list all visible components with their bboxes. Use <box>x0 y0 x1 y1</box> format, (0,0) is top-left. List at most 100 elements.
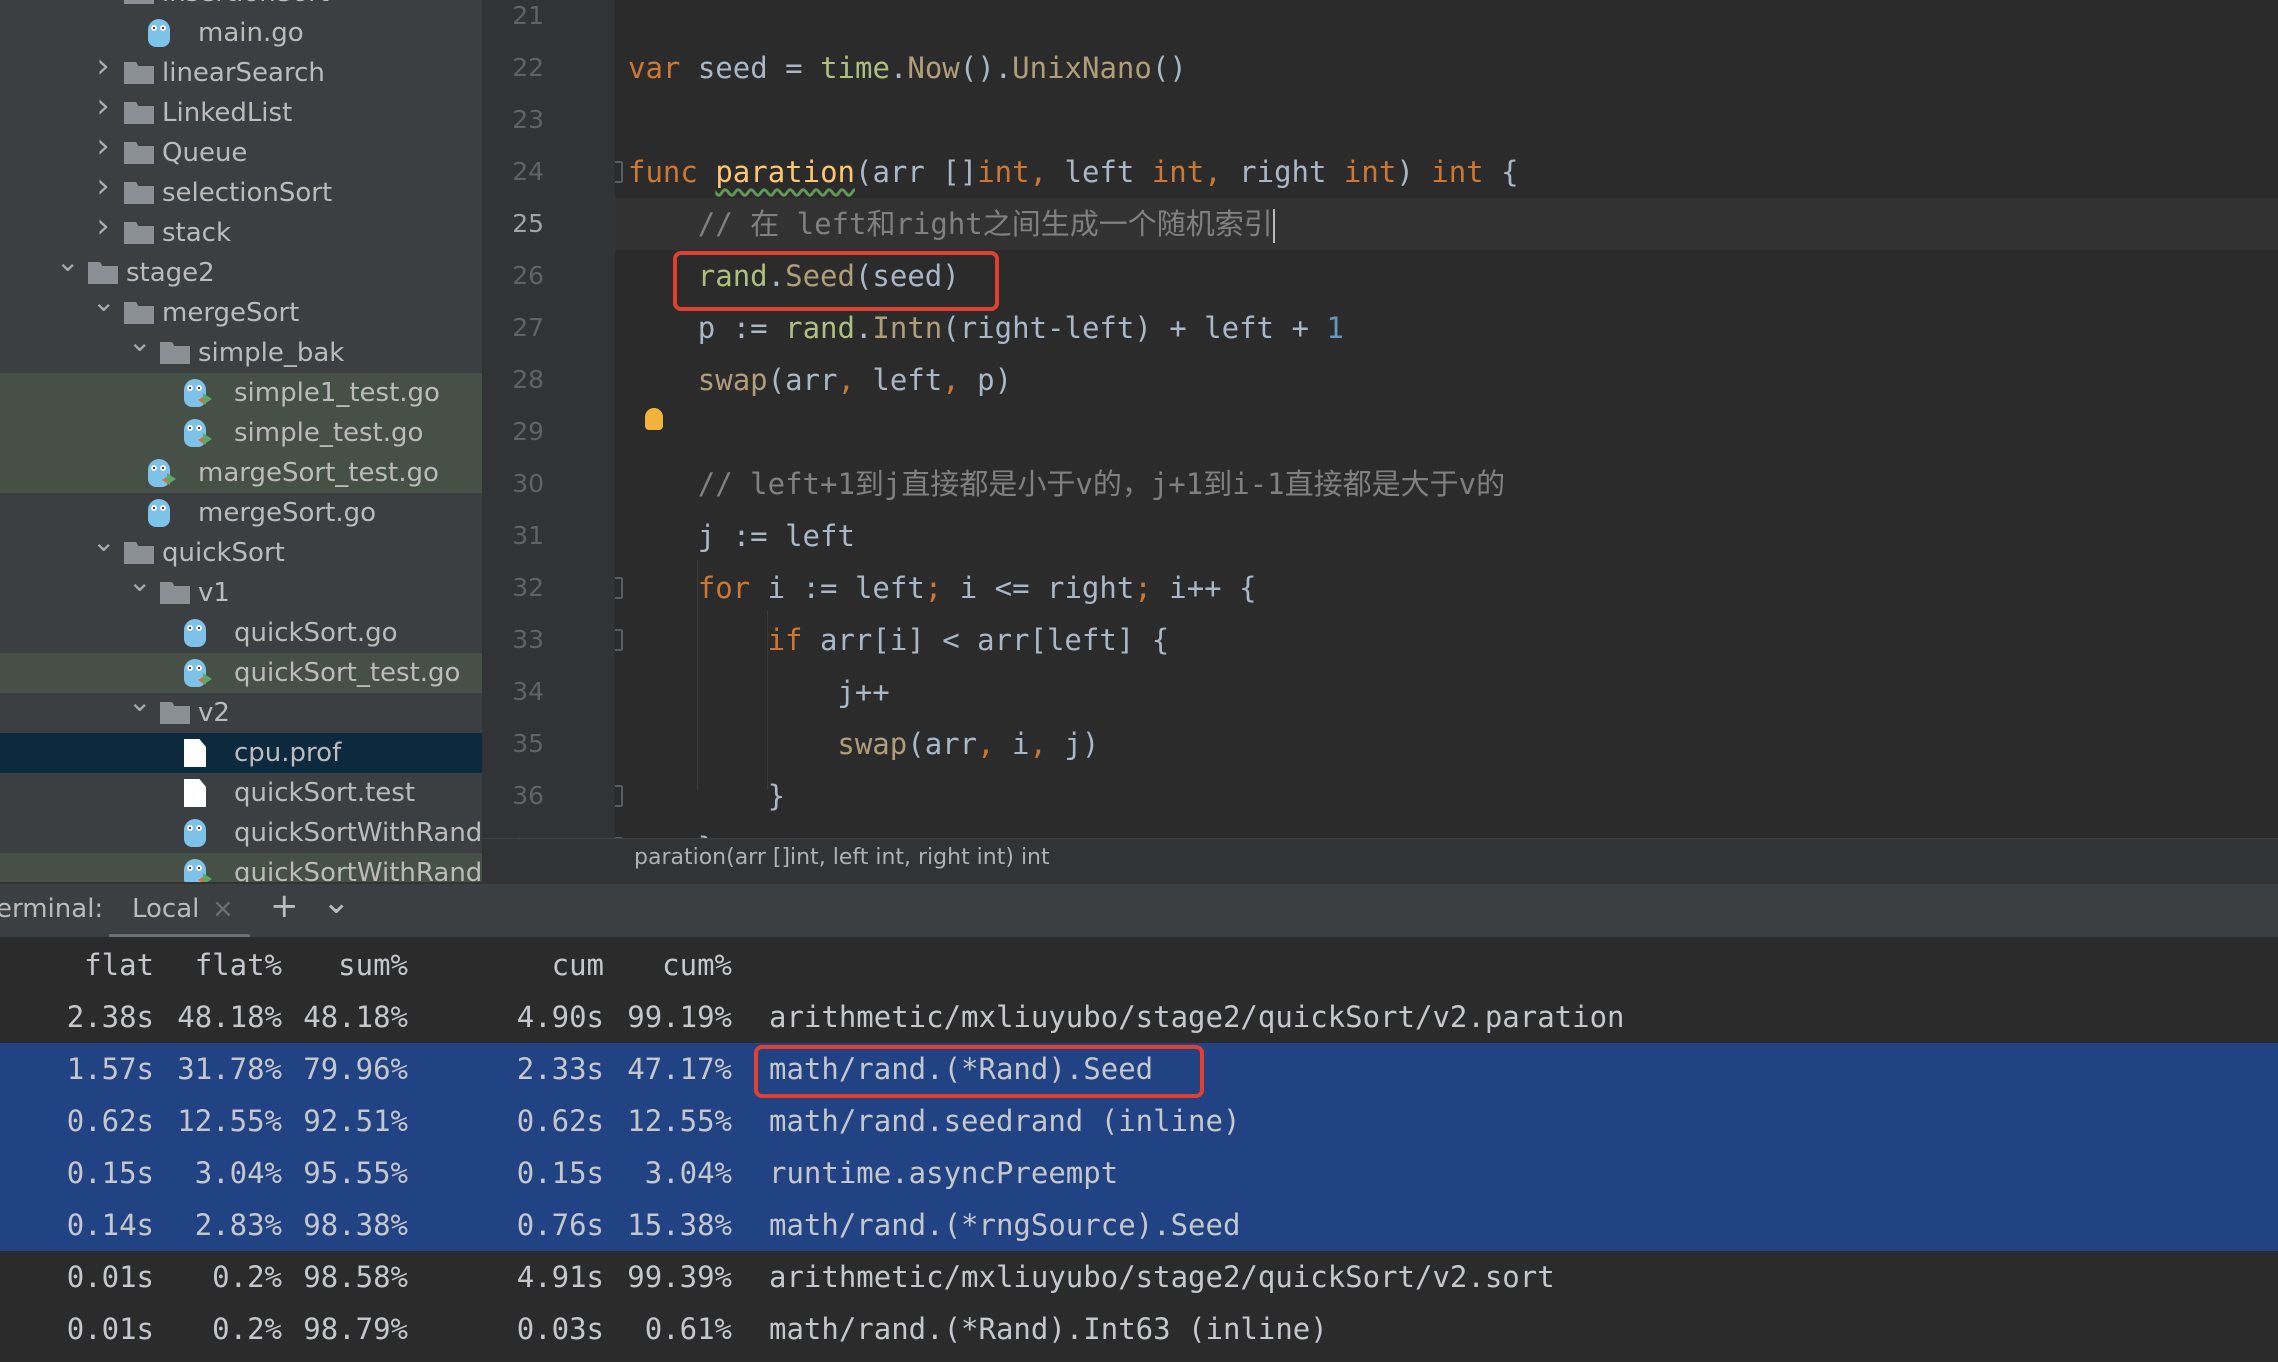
code-line[interactable]: func paration(arr []int, left int, right… <box>615 146 2278 198</box>
chevron-down-icon[interactable]: ⌄ <box>128 328 151 356</box>
code-token-plain: { <box>1483 155 1519 189</box>
code-line[interactable] <box>615 94 2278 146</box>
chevron-down-icon[interactable]: ⌄ <box>92 528 115 556</box>
column-header-cum: cum <box>551 948 604 982</box>
tree-item[interactable]: quickSort_test.go <box>0 653 482 693</box>
close-tab-icon[interactable]: × <box>212 894 234 924</box>
profile-row[interactable]: 0.14s 2.83% 98.38% 0.76s 15.38% math/rand.(*r… <box>0 1199 2278 1251</box>
tree-item[interactable]: ⌄ simple_bak <box>0 328 482 373</box>
tree-item[interactable]: quickSortWithRand <box>0 853 482 882</box>
tree-item[interactable]: quickSort.go <box>0 613 482 653</box>
tree-item-label: quickSort.test <box>234 778 416 808</box>
chevron-right-icon[interactable]: › <box>92 169 114 203</box>
chevron-down-icon[interactable]: ⌄ <box>128 568 151 596</box>
terminal-tab-local[interactable]: Local <box>132 894 199 924</box>
cell-function-name: arithmetic/mxliuyubo/stage2/quickSort/v2… <box>769 1000 1625 1034</box>
profile-row[interactable]: 0.62s 12.55% 92.51% 0.62s 12.55% math/rand.se… <box>0 1095 2278 1147</box>
profile-row[interactable]: 2.38s 48.18% 48.18% 4.90s 99.19% arithmetic/m… <box>0 991 2278 1043</box>
fold-marker-icon[interactable] <box>615 785 623 807</box>
tree-item[interactable]: ⌄ stage2 <box>0 248 482 293</box>
code-token-punct: , <box>1204 155 1240 189</box>
cell-flat-pct: 2.83% <box>194 1208 282 1242</box>
tree-item-label: insertionSort <box>162 0 329 10</box>
cell-cum-pct: 99.39% <box>627 1260 732 1294</box>
fold-marker-icon[interactable] <box>615 577 623 599</box>
code-line[interactable]: var seed = time.Now().UnixNano() <box>615 42 2278 94</box>
chevron-right-icon[interactable]: › <box>92 89 114 123</box>
tree-item[interactable]: › linearSearch <box>0 49 482 93</box>
run-marker-icon <box>167 473 176 485</box>
code-line[interactable] <box>615 0 2278 42</box>
code-line[interactable]: j++ <box>615 666 2278 718</box>
chevron-right-icon[interactable]: › <box>92 49 114 83</box>
code-token-plain: p) <box>977 363 1013 397</box>
tree-item[interactable]: quickSortWithRand <box>0 813 482 853</box>
fold-marker-icon[interactable] <box>615 629 623 651</box>
indent-guide <box>767 610 768 790</box>
code-line[interactable]: for i := left; i <= right; i++ { <box>615 562 2278 614</box>
tree-item[interactable]: ⌄ quickSort <box>0 528 482 573</box>
tree-item[interactable]: cpu.prof <box>0 733 482 773</box>
code-token-type: int <box>977 155 1030 189</box>
chevron-down-icon[interactable]: ⌄ <box>128 688 151 716</box>
profile-row[interactable]: 0.15s 3.04% 95.55% 0.15s 3.04% runtime.asyncP… <box>0 1147 2278 1199</box>
tree-item[interactable]: ⌄ v2 <box>0 688 482 733</box>
tree-item[interactable]: ⌄ mergeSort <box>0 288 482 333</box>
code-token-plain: } <box>767 779 786 813</box>
go-test-file-icon <box>184 419 212 447</box>
code-editor[interactable]: }} swap(arr, i, j)j++if arr[i] < arr[left… <box>615 0 2278 838</box>
tree-item[interactable]: simple_test.go <box>0 413 482 453</box>
add-terminal-icon[interactable]: + <box>270 886 299 926</box>
terminal-output[interactable]: 0.01s 0.2% 98.79% 0.03s 0.61% math/rand.(*Ran… <box>0 937 2278 1362</box>
code-token-punct: , <box>1029 155 1065 189</box>
cell-flat: 0.15s <box>66 1156 154 1190</box>
line-number: 35 <box>512 729 544 758</box>
code-line[interactable]: swap(arr, i, j) <box>615 718 2278 770</box>
project-tree[interactable]: insertionSort main.go › linearSearch › Linked… <box>0 0 482 882</box>
code-token-punct: , <box>837 363 873 397</box>
tree-item[interactable]: › LinkedList <box>0 89 482 133</box>
tree-item[interactable]: ⌄ v1 <box>0 568 482 613</box>
tree-item-label: cpu.prof <box>234 738 342 768</box>
folder-icon <box>124 142 154 164</box>
chevron-down-icon[interactable]: ⌄ <box>322 882 351 922</box>
tree-item[interactable]: › selectionSort <box>0 169 482 213</box>
code-line[interactable]: // left+1到j直接都是小于v的，j+1到i-1直接都是大于v的 <box>615 458 2278 510</box>
chevron-down-icon[interactable]: ⌄ <box>56 248 79 276</box>
code-line[interactable]: // 在 left和right之间生成一个随机索引 <box>615 198 2278 430</box>
cell-function-name: arithmetic/mxliuyubo/stage2/quickSort/v2… <box>769 1260 1555 1294</box>
profile-row[interactable]: 0.01s 0.2% 98.79% 0.03s 0.61% math/rand.(*Ran… <box>0 1303 2278 1355</box>
cell-flat-pct: 31.78% <box>177 1052 282 1086</box>
code-line[interactable]: } <box>615 822 2278 838</box>
chevron-down-icon[interactable]: ⌄ <box>92 288 115 316</box>
file-icon <box>184 779 206 807</box>
code-line[interactable]: if arr[i] < arr[left] { <box>615 614 2278 666</box>
cell-cum: 0.15s <box>516 1156 604 1190</box>
tree-item[interactable]: simple1_test.go <box>0 373 482 413</box>
tree-item[interactable]: quickSort.test <box>0 773 482 813</box>
profile-row[interactable]: 0.01s 0.2% 98.58% 4.91s 99.39% arithmetic/mxl… <box>0 1251 2278 1303</box>
tree-item[interactable]: › Queue <box>0 129 482 173</box>
tree-item[interactable]: main.go <box>0 13 482 53</box>
code-line[interactable]: j := left <box>615 510 2278 562</box>
code-token-keyword: for <box>697 571 768 605</box>
code-token-type: int <box>1431 155 1484 189</box>
cell-sum-pct: 98.38% <box>303 1208 408 1242</box>
line-number-gutter: 21 22 23 24 25 26 27 28 29 30 31 32 33 34 35 36 37 <box>482 0 615 838</box>
code-line[interactable]: } <box>615 770 2278 822</box>
lightbulb-icon[interactable] <box>645 408 663 430</box>
cell-cum: 0.62s <box>516 1104 604 1138</box>
chevron-right-icon[interactable]: › <box>92 209 114 243</box>
folder-icon <box>124 62 154 84</box>
code-line[interactable] <box>615 406 2278 458</box>
chevron-right-icon[interactable]: › <box>92 129 114 163</box>
code-text: // left+1到j直接都是小于v的，j+1到i-1直接都是大于v的 <box>698 458 1505 510</box>
code-token-plain: (arr <box>767 363 838 397</box>
code-line[interactable]: swap(arr, left, p) <box>615 354 2278 406</box>
tree-item[interactable]: mergeSort.go <box>0 493 482 533</box>
fold-marker-icon[interactable] <box>615 161 623 183</box>
text-caret <box>1272 209 1275 243</box>
tree-item[interactable]: insertionSort <box>0 0 482 13</box>
tree-item-label: quickSort.go <box>234 618 398 648</box>
tree-item[interactable]: margeSort_test.go <box>0 453 482 493</box>
